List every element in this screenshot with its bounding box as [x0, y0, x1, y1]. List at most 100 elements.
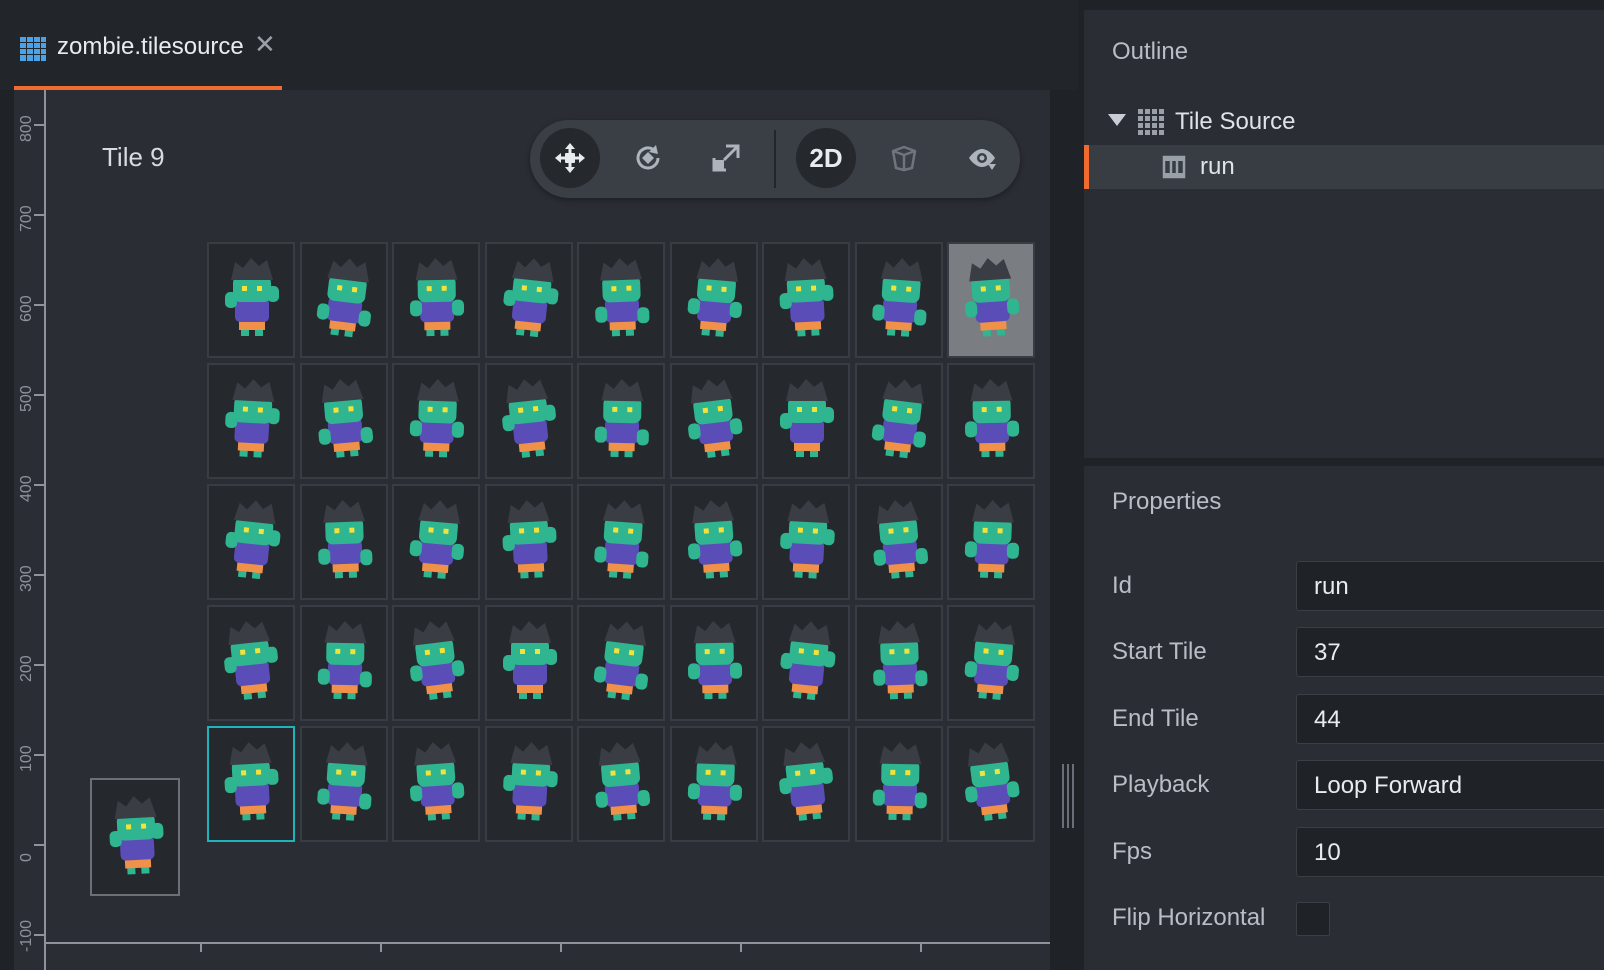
perspective-toggle[interactable]	[874, 128, 934, 188]
tile-26[interactable]	[854, 484, 943, 600]
tile-16[interactable]	[762, 363, 850, 479]
tile-36[interactable]	[947, 605, 1035, 721]
tile-33[interactable]	[669, 605, 758, 721]
tile-27[interactable]	[947, 484, 1035, 600]
playback-select[interactable]: Loop Forward	[1296, 760, 1604, 810]
tile-37[interactable]	[207, 726, 295, 842]
tile-30[interactable]	[392, 605, 480, 721]
outline-panel: Outline Tile Source run	[1084, 10, 1604, 458]
tile-45[interactable]	[947, 726, 1035, 842]
tile-8[interactable]	[854, 242, 943, 358]
tile-40[interactable]	[484, 726, 573, 842]
tile-6[interactable]	[669, 242, 758, 358]
zombie-sprite	[225, 500, 281, 580]
tile-23[interactable]	[577, 484, 665, 600]
zombie-sprite	[109, 796, 164, 875]
flip-horizontal-checkbox[interactable]	[1296, 902, 1330, 936]
expand-caret-icon[interactable]	[1108, 114, 1126, 126]
visibility-filter-button[interactable]	[952, 128, 1012, 188]
end-tile-field[interactable]: 44	[1296, 694, 1604, 744]
zombie-sprite	[780, 500, 835, 579]
tile-10[interactable]	[207, 363, 295, 479]
id-field[interactable]: run	[1296, 561, 1604, 611]
zombie-sprite	[594, 500, 649, 579]
tile-43[interactable]	[762, 726, 850, 842]
scale-tool-button[interactable]	[696, 128, 756, 188]
tile-22[interactable]	[484, 484, 573, 600]
tile-34[interactable]	[762, 605, 850, 721]
end-tile-label: End Tile	[1112, 705, 1199, 732]
tile-44[interactable]	[854, 726, 943, 842]
zombie-sprite	[872, 742, 927, 821]
tab-bar: zombie.tilesource ✕	[0, 0, 1078, 90]
zombie-sprite	[225, 379, 280, 458]
outline-item-run[interactable]: run	[1084, 145, 1604, 189]
zombie-sprite	[316, 258, 371, 338]
tile-39[interactable]	[392, 726, 480, 842]
flip-horizontal-label: Flip Horizontal	[1112, 904, 1266, 931]
zombie-sprite	[502, 621, 557, 699]
tile-41[interactable]	[577, 726, 665, 842]
zombie-sprite	[687, 258, 742, 337]
zombie-sprite	[316, 742, 371, 821]
zombie-sprite	[409, 500, 464, 579]
tile-32[interactable]	[577, 605, 665, 721]
scale-icon	[712, 144, 740, 172]
playback-label: Playback	[1112, 771, 1210, 798]
tile-2[interactable]	[299, 242, 388, 358]
zombie-sprite	[595, 742, 651, 821]
tile-31[interactable]	[484, 605, 573, 721]
tile-11[interactable]	[299, 363, 388, 479]
tile-25[interactable]	[762, 484, 850, 600]
animation-preview	[90, 778, 180, 896]
zombie-sprite	[225, 258, 279, 336]
rotate-tool-button[interactable]	[618, 128, 678, 188]
move-tool-button[interactable]	[540, 128, 600, 188]
tile-1[interactable]	[207, 242, 295, 358]
rotate-icon	[636, 145, 660, 170]
tile-3[interactable]	[392, 242, 480, 358]
grid-icon	[20, 37, 46, 61]
tile-14[interactable]	[577, 363, 665, 479]
tile-42[interactable]	[669, 726, 758, 842]
panel-divider[interactable]	[1084, 458, 1604, 466]
2d-mode-toggle[interactable]: 2D	[796, 128, 856, 188]
move-icon	[555, 143, 585, 173]
tile-21[interactable]	[392, 484, 480, 600]
tile-5[interactable]	[577, 242, 665, 358]
zombie-sprite	[964, 500, 1020, 579]
tile-29[interactable]	[299, 605, 388, 721]
hovered-tile-label: Tile 9	[102, 142, 165, 172]
tile-20[interactable]	[299, 484, 388, 600]
tile-13[interactable]	[484, 363, 573, 479]
fps-field[interactable]: 10	[1296, 827, 1604, 877]
tile-19[interactable]	[207, 484, 295, 600]
tile-12[interactable]	[392, 363, 480, 479]
outline-title: Outline	[1112, 38, 1189, 65]
tile-17[interactable]	[854, 363, 943, 479]
zombie-sprite	[687, 379, 742, 458]
panel-splitter-handle[interactable]	[1060, 764, 1074, 828]
start-tile-field[interactable]: 37	[1296, 627, 1604, 677]
outline-item-tile-source[interactable]: Tile Source	[1084, 100, 1604, 144]
tile-18[interactable]	[947, 363, 1035, 479]
start-tile-label: Start Tile	[1112, 638, 1207, 665]
close-icon[interactable]: ✕	[254, 31, 276, 57]
scene-toolbar: 2D	[530, 120, 1020, 198]
tile-4[interactable]	[484, 242, 573, 358]
tile-38[interactable]	[299, 726, 388, 842]
perspective-cube-icon	[891, 145, 917, 172]
vertical-ruler: 800 700 600 500 400 300 200 100 0 -100	[14, 90, 46, 970]
tile-7[interactable]	[762, 242, 850, 358]
zombie-sprite	[409, 742, 465, 821]
tile-35[interactable]	[854, 605, 943, 721]
tile-15[interactable]	[669, 363, 758, 479]
zombie-sprite	[594, 379, 649, 458]
tile-28[interactable]	[207, 605, 295, 721]
zombie-sprite	[409, 258, 465, 337]
tile-24[interactable]	[669, 484, 758, 600]
tile-9[interactable]	[947, 242, 1035, 358]
zombie-sprite	[318, 379, 373, 458]
tab-zombie-tilesource[interactable]: zombie.tilesource	[57, 33, 244, 61]
scene-view[interactable]: 800 700 600 500 400 300 200 100 0 -100 Tile 9	[14, 90, 1050, 970]
